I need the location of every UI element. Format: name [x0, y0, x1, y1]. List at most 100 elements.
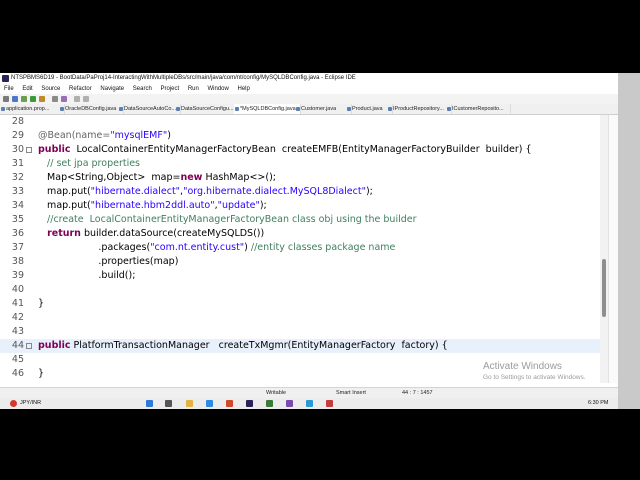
code-line[interactable]: 33 map.put("hibernate.dialect","org.hibe…	[0, 185, 600, 199]
chrome-icon[interactable]	[226, 400, 233, 407]
code-line[interactable]: 44 public PlatformTransactionManager crea…	[0, 339, 600, 353]
line-number: 33	[11, 186, 24, 197]
code-editor[interactable]: 28 29 @Bean(name="mysqlEMF") 30 public Local…	[0, 115, 600, 383]
tab-icustomerrepository[interactable]: ICustomerReposito...	[446, 104, 511, 114]
code-line[interactable]: 37 .packages("com.nt.entity.cust") //ent…	[0, 241, 600, 255]
right-letterbox	[618, 73, 640, 409]
code-token: .packages(	[38, 242, 151, 253]
tab-datasourceautoconfig[interactable]: DataSourceAutoCo...	[118, 104, 181, 114]
code-line[interactable]: 40	[0, 283, 600, 297]
window-title: NTSPBMS6D19 - BootData/PaProj14-Interact…	[11, 75, 356, 81]
app-taskbar-icon-3[interactable]	[306, 400, 313, 407]
debug-icon[interactable]	[21, 96, 27, 102]
code-line[interactable]: 29 @Bean(name="mysqlEMF")	[0, 129, 600, 143]
line-number: 44	[11, 340, 24, 351]
scrollbar-thumb[interactable]	[602, 259, 606, 317]
eclipse-taskbar-icon[interactable]	[246, 400, 253, 407]
file-explorer-icon[interactable]	[186, 400, 193, 407]
app-taskbar-icon-4[interactable]	[326, 400, 333, 407]
tab-datasourceconfiguration[interactable]: DataSourceConfigu...	[175, 104, 240, 114]
code-line[interactable]: 34 map.put("hibernate.hbm2ddl.auto","upd…	[0, 199, 600, 213]
tab-application-properties[interactable]: application.prop...	[0, 104, 65, 114]
back-icon[interactable]	[74, 96, 80, 102]
search-icon[interactable]	[52, 96, 58, 102]
app-taskbar-icon[interactable]	[266, 400, 273, 407]
code-token: "org.hibernate.dialect.MySQL8Dialect"	[183, 186, 366, 197]
line-number: 39	[11, 270, 24, 281]
menu-run[interactable]: Run	[188, 86, 199, 92]
code-token: "com.nt.entity.cust"	[150, 242, 245, 253]
code-line[interactable]: 32 Map<String,Object> map=new HashMap<>(…	[0, 171, 600, 185]
line-number: 45	[11, 354, 24, 365]
open-type-icon[interactable]	[61, 96, 67, 102]
code-token: }	[38, 298, 45, 309]
menu-edit[interactable]: Edit	[22, 86, 32, 92]
code-line[interactable]: 36 return builder.dataSource(createMySQL…	[0, 227, 600, 241]
edge-icon[interactable]	[206, 400, 213, 407]
fold-toggle-icon[interactable]	[26, 343, 32, 349]
menu-window[interactable]: Window	[208, 86, 229, 92]
code-line[interactable]: 30 public LocalContainerEntityManagerFact…	[0, 143, 600, 157]
line-number: 34	[11, 200, 24, 211]
menu-navigate[interactable]: Navigate	[100, 86, 124, 92]
code-text: return builder.dataSource(createMySQLDS(…	[38, 227, 264, 241]
window-titlebar: NTSPBMS6D19 - BootData/PaProj14-Interact…	[0, 73, 618, 84]
menu-source[interactable]: Source	[41, 86, 60, 92]
windows-start-icon[interactable]	[146, 400, 153, 407]
code-text: // set jpa properties	[38, 157, 140, 171]
watermark-title: Activate Windows	[483, 361, 562, 372]
tab-customer[interactable]: Customer.java	[295, 104, 352, 114]
code-token: );	[259, 200, 267, 211]
currency-ticker: JPY/INR	[20, 400, 42, 406]
code-token: HashMap<>();	[202, 172, 276, 183]
line-number: 32	[11, 172, 24, 183]
line-number: 28	[11, 116, 24, 127]
menu-help[interactable]: Help	[238, 86, 250, 92]
vertical-scrollbar[interactable]	[600, 115, 608, 383]
new-icon[interactable]	[3, 96, 9, 102]
java-file-icon	[296, 107, 300, 111]
code-text: Map<String,Object> map=new HashMap<>();	[38, 171, 276, 185]
weather-icon[interactable]	[10, 400, 17, 407]
code-line[interactable]: 41}	[0, 297, 600, 311]
status-cursor-position: 44 : 7 : 1457	[402, 390, 433, 396]
java-file-icon	[119, 107, 123, 111]
code-line[interactable]: 39 .build();	[0, 269, 600, 283]
code-line[interactable]: 42	[0, 311, 600, 325]
search-taskbar-icon[interactable]	[165, 400, 172, 407]
line-number: 31	[11, 158, 24, 169]
java-file-icon	[235, 107, 239, 111]
java-file-icon	[176, 107, 180, 111]
menu-refactor[interactable]: Refactor	[69, 86, 92, 92]
code-line[interactable]: 28	[0, 115, 600, 129]
code-line[interactable]: 31 // set jpa properties	[0, 157, 600, 171]
code-line[interactable]: 43	[0, 325, 600, 339]
tab-iproductrepository[interactable]: IProductRepository...	[387, 104, 452, 114]
run-icon[interactable]	[30, 96, 36, 102]
interface-file-icon	[447, 107, 451, 111]
fold-toggle-icon[interactable]	[26, 147, 32, 153]
code-text: //create LocalContainerEntityManagerFact…	[38, 213, 416, 227]
code-token: Map<String,Object> map=	[38, 172, 181, 183]
external-tools-icon[interactable]	[39, 96, 45, 102]
menu-file[interactable]: File	[4, 86, 14, 92]
code-token: // set jpa properties	[38, 158, 141, 169]
code-token: PlatformTransactionManager createTxMgmr(…	[70, 340, 448, 351]
forward-icon[interactable]	[83, 96, 89, 102]
tab-product[interactable]: Product.java	[346, 104, 393, 114]
tab-oracledbconfig[interactable]: OracleDBConfig.java	[59, 104, 124, 114]
app-taskbar-icon-2[interactable]	[286, 400, 293, 407]
editor-tab-bar: application.prop... OracleDBConfig.java …	[0, 104, 618, 115]
code-line[interactable]: 38 .properties(map)	[0, 255, 600, 269]
save-icon[interactable]	[12, 96, 18, 102]
line-number: 38	[11, 256, 24, 267]
code-token: map.put(	[38, 186, 91, 197]
code-line[interactable]: 35 //create LocalContainerEntityManagerF…	[0, 213, 600, 227]
code-token: LocalContainerEntityManagerFactoryBean c…	[70, 144, 532, 155]
code-token: );	[365, 186, 373, 197]
code-token: "update"	[217, 200, 260, 211]
menu-project[interactable]: Project	[160, 86, 179, 92]
tab-mysqldbconfig[interactable]: *MySQLDBConfig.java	[234, 104, 301, 114]
menu-search[interactable]: Search	[133, 86, 152, 92]
